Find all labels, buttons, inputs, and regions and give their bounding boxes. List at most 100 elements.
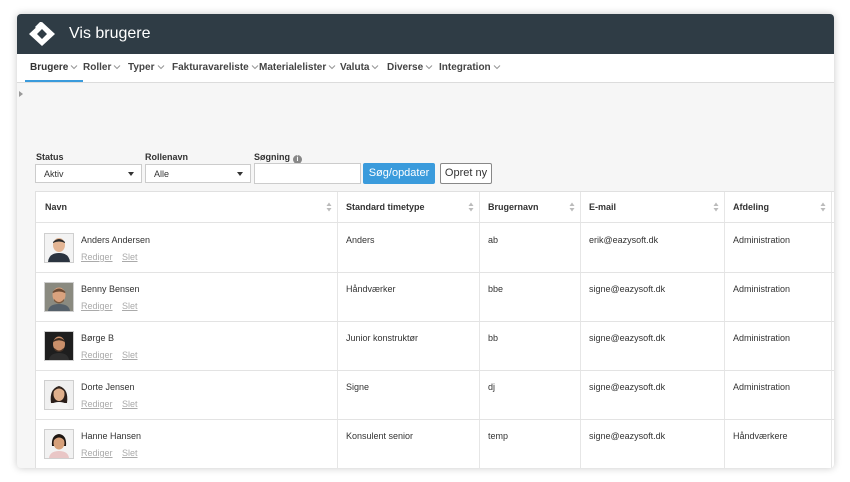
status-label: Status: [36, 152, 64, 162]
table-row[interactable]: Anders Andersen Rediger Slet Anders ab e…: [36, 223, 834, 273]
chevron-down-icon: [251, 65, 259, 70]
app-window: Vis brugere Brugere Roller Typer Faktura…: [17, 14, 834, 468]
delete-link[interactable]: Slet: [122, 448, 138, 458]
user-timetype: Junior konstruktør: [346, 333, 419, 343]
user-photo-icon: [45, 234, 73, 262]
table-row[interactable]: Børge B Rediger Slet Junior konstruktør …: [36, 321, 834, 371]
status-select[interactable]: Aktiv: [35, 164, 142, 183]
table-row[interactable]: Benny Bensen Rediger Slet Håndværker bbe…: [36, 272, 834, 322]
user-name: Børge B: [81, 333, 115, 343]
app-logo-icon[interactable]: [28, 21, 56, 47]
user-department: Administration: [733, 235, 791, 245]
menu-item-integration[interactable]: Integration: [439, 54, 501, 80]
delete-link[interactable]: Slet: [122, 399, 138, 409]
search-input-value: [255, 169, 259, 179]
search-input[interactable]: [254, 163, 361, 184]
sort-icon[interactable]: [326, 202, 332, 212]
column-header-email[interactable]: E-mail: [589, 192, 616, 222]
avatar: [44, 282, 74, 312]
delete-link[interactable]: Slet: [122, 301, 138, 311]
edit-link[interactable]: Rediger: [81, 301, 113, 311]
chevron-down-icon: [113, 65, 121, 70]
user-username: bb: [488, 333, 499, 343]
delete-link[interactable]: Slet: [122, 350, 138, 360]
menu-label: Integration: [439, 62, 491, 73]
role-label: Rollenavn: [145, 152, 189, 162]
user-username: bbe: [488, 284, 504, 294]
main-menu: Brugere Roller Typer Fakturavareliste Ma…: [17, 54, 834, 83]
sort-icon[interactable]: [468, 202, 474, 212]
create-new-button[interactable]: Opret ny: [440, 163, 492, 184]
table-row[interactable]: Dorte Jensen Rediger Slet Signe dj signe…: [36, 370, 834, 420]
user-photo-icon: [45, 332, 73, 360]
user-name: Anders Andersen: [81, 235, 151, 245]
chevron-down-icon: [425, 65, 433, 70]
role-select-value: Alle: [154, 169, 170, 179]
menu-item-diverse[interactable]: Diverse: [387, 54, 433, 80]
user-department: Håndværkere: [733, 431, 788, 441]
table-header: Navn Standard timetype Brugernavn E-mail…: [36, 192, 834, 223]
user-department: Administration: [733, 333, 791, 343]
menu-item-materialelister[interactable]: Materialelister: [259, 54, 336, 80]
user-email: signe@eazysoft.dk: [589, 333, 666, 343]
chevron-down-icon: [493, 65, 501, 70]
user-name: Benny Bensen: [81, 284, 140, 294]
edit-link[interactable]: Rediger: [81, 448, 113, 458]
chevron-down-icon: [372, 65, 379, 70]
search-button[interactable]: Søg/opdater: [363, 163, 435, 184]
column-header-afdeling[interactable]: Afdeling: [733, 192, 769, 222]
menu-label: Roller: [83, 62, 112, 73]
user-email: signe@eazysoft.dk: [589, 431, 666, 441]
menu-label: Materialelister: [259, 62, 327, 73]
chevron-down-icon: [70, 65, 78, 70]
search-label: Søgning: [254, 152, 290, 162]
edit-link[interactable]: Rediger: [81, 399, 113, 409]
title-bar: Vis brugere: [17, 14, 834, 54]
user-timetype: Konsulent senior: [346, 431, 414, 441]
sort-icon[interactable]: [713, 202, 719, 212]
table-row[interactable]: Hanne Hansen Rediger Slet Konsulent seni…: [36, 419, 834, 468]
edit-link[interactable]: Rediger: [81, 252, 113, 262]
menu-item-typer[interactable]: Typer: [128, 54, 165, 80]
user-email: signe@eazysoft.dk: [589, 284, 666, 294]
menu-label: Valuta: [340, 62, 370, 73]
menu-item-valuta[interactable]: Valuta: [340, 54, 379, 80]
column-header-navn[interactable]: Navn: [45, 192, 67, 222]
user-photo-icon: [45, 283, 73, 311]
avatar: [44, 233, 74, 263]
user-name: Hanne Hansen: [81, 431, 142, 441]
chevron-down-icon: [328, 65, 336, 70]
avatar: [44, 331, 74, 361]
user-username: dj: [488, 382, 496, 392]
menu-item-roller[interactable]: Roller: [83, 54, 121, 80]
role-select[interactable]: Alle: [145, 164, 251, 183]
column-header-timetype[interactable]: Standard timetype: [346, 192, 425, 222]
menu-label: Typer: [128, 62, 155, 73]
user-timetype: Signe: [346, 382, 370, 392]
status-select-value: Aktiv: [44, 169, 64, 179]
caret-down-icon: [128, 172, 134, 176]
user-name: Dorte Jensen: [81, 382, 135, 392]
sidebar-expand-icon[interactable]: [19, 91, 23, 97]
user-email: signe@eazysoft.dk: [589, 382, 666, 392]
avatar: [44, 380, 74, 410]
page-title: Vis brugere: [69, 25, 151, 42]
avatar: [44, 429, 74, 459]
menu-item-fakturavareliste[interactable]: Fakturavareliste: [172, 54, 259, 80]
user-photo-icon: [45, 430, 73, 458]
user-timetype: Anders: [346, 235, 375, 245]
user-username: temp: [488, 431, 509, 441]
menu-label: Brugere: [30, 62, 69, 73]
menu-label: Diverse: [387, 62, 424, 73]
caret-down-icon: [237, 172, 243, 176]
column-header-brugernavn[interactable]: Brugernavn: [488, 192, 539, 222]
delete-link[interactable]: Slet: [122, 252, 138, 262]
sort-icon[interactable]: [820, 202, 826, 212]
sort-icon[interactable]: [569, 202, 575, 212]
chevron-down-icon: [157, 65, 164, 70]
edit-link[interactable]: Rediger: [81, 350, 113, 360]
menu-label: Fakturavareliste: [172, 62, 249, 73]
menu-item-brugere[interactable]: Brugere: [25, 54, 84, 82]
user-department: Administration: [733, 382, 791, 392]
user-photo-icon: [45, 381, 73, 409]
